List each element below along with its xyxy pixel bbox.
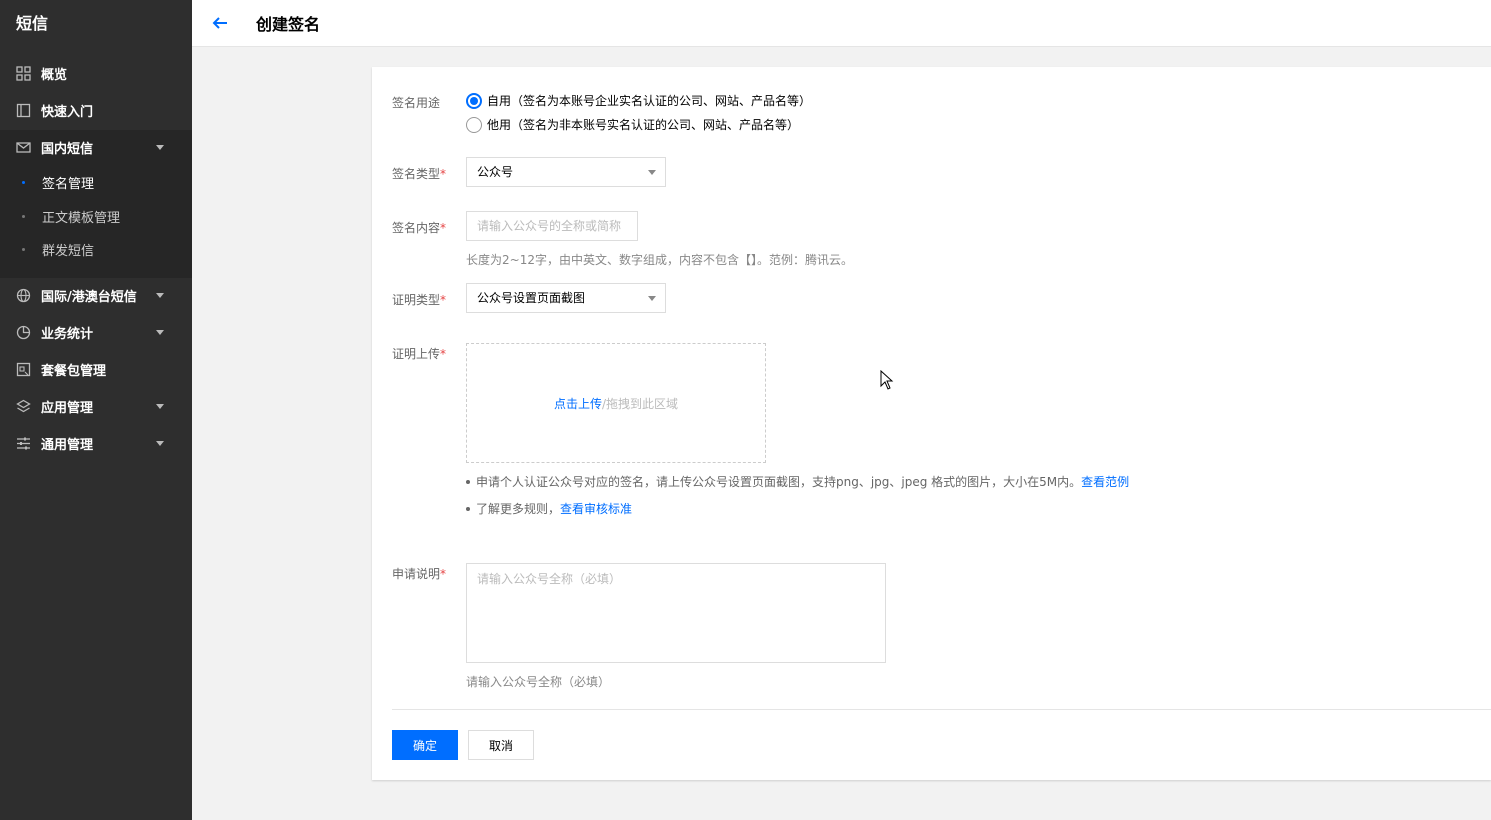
sign-content-label-text: 签名内容 — [392, 221, 441, 235]
required-mark: * — [440, 347, 447, 361]
cert-type-value: 公众号设置页面截图 — [477, 291, 586, 305]
required-mark: * — [440, 221, 447, 235]
sign-type-label: 签名类型* — [392, 165, 446, 182]
package-icon — [16, 362, 31, 377]
sidebar-subitem-label: 群发短信 — [42, 244, 95, 259]
layers-icon — [16, 399, 31, 414]
sidebar-subitem-signature[interactable]: 签名管理 — [0, 166, 192, 199]
upload-note-text: 了解更多规则， — [476, 502, 561, 516]
usage-option-label: 他用（签名为非本账号实名认证的公司、网站、产品名等） — [487, 118, 800, 132]
required-mark: * — [440, 167, 447, 181]
sidebar-subitem-label: 正文模板管理 — [42, 211, 121, 226]
sidebar-item-label: 国际/港澳台短信 — [41, 290, 137, 305]
sidebar: 短信 概览 快速入门 国内短信 签名管理 正文模板管理 群发短信 国际/港澳台短… — [0, 0, 192, 820]
sidebar-item-quickstart[interactable]: 快速入门 — [0, 92, 192, 129]
bullet-dot — [22, 181, 25, 184]
upload-hint: /拖拽到此区域 — [601, 396, 679, 411]
sign-type-label-text: 签名类型 — [392, 167, 441, 181]
sliders-icon — [16, 436, 31, 451]
mouse-cursor-icon — [880, 369, 894, 390]
bullet-dot — [466, 479, 470, 484]
pie-chart-icon — [16, 325, 31, 340]
upload-link[interactable]: 点击上传 — [554, 395, 602, 412]
application-note-label: 申请说明* — [392, 565, 446, 582]
application-note-help: 请输入公众号全称（必填） — [466, 675, 611, 689]
book-icon — [16, 103, 31, 118]
application-note-textarea[interactable] — [466, 563, 886, 663]
cancel-button[interactable]: 取消 — [468, 730, 534, 760]
sidebar-subitem-bulk-sms[interactable]: 群发短信 — [0, 233, 192, 266]
cert-type-label: 证明类型* — [392, 291, 446, 308]
sidebar-item-label: 快速入门 — [41, 105, 94, 120]
sidebar-item-domestic-sms[interactable]: 国内短信 — [0, 129, 192, 166]
usage-label: 签名用途 — [392, 96, 441, 110]
radio-checked[interactable] — [466, 92, 482, 109]
sidebar-item-label: 概览 — [41, 68, 68, 83]
page-header: 创建签名 — [192, 0, 1491, 47]
sidebar-item-general[interactable]: 通用管理 — [0, 425, 192, 462]
sidebar-subitem-template[interactable]: 正文模板管理 — [0, 200, 192, 233]
view-example-link[interactable]: 查看范例 — [1081, 473, 1129, 490]
sign-type-value: 公众号 — [477, 165, 514, 179]
bullet-dot — [22, 215, 25, 218]
chevron-down-icon — [156, 145, 164, 150]
view-review-standard-link[interactable]: 查看审核标准 — [560, 500, 632, 517]
cert-upload-label: 证明上传* — [392, 345, 446, 362]
grid-icon — [16, 66, 31, 81]
cert-type-select[interactable]: 公众号设置页面截图 — [466, 283, 666, 313]
divider — [392, 709, 1491, 710]
cert-upload-label-text: 证明上传 — [392, 347, 441, 361]
sidebar-item-apps[interactable]: 应用管理 — [0, 388, 192, 425]
chevron-down-icon — [156, 330, 164, 335]
sidebar-item-label: 国内短信 — [41, 142, 94, 157]
chevron-down-icon — [156, 404, 164, 409]
globe-icon — [16, 288, 31, 303]
sidebar-item-international-sms[interactable]: 国际/港澳台短信 — [0, 277, 192, 314]
radio-unchecked[interactable] — [466, 116, 482, 133]
sidebar-item-overview[interactable]: 概览 — [0, 55, 192, 92]
sidebar-title: 短信 — [16, 14, 49, 33]
chevron-down-icon — [156, 293, 164, 298]
sign-content-input[interactable] — [466, 211, 638, 241]
sidebar-item-label: 应用管理 — [41, 401, 94, 416]
upload-note-1: 申请个人认证公众号对应的签名，请上传公众号设置页面截图，支持png、jpg、jp… — [466, 473, 1129, 490]
mail-icon — [16, 140, 31, 155]
usage-option-other[interactable]: 他用（签名为非本账号实名认证的公司、网站、产品名等） — [466, 116, 799, 133]
page-title: 创建签名 — [256, 15, 321, 34]
back-arrow-icon[interactable] — [210, 13, 230, 33]
bullet-dot — [466, 506, 470, 511]
cert-type-label-text: 证明类型 — [392, 293, 441, 307]
confirm-button[interactable]: 确定 — [392, 730, 458, 760]
required-mark: * — [440, 293, 447, 307]
sidebar-item-label: 业务统计 — [41, 327, 94, 342]
dropdown-arrow-icon — [648, 170, 656, 175]
usage-option-self[interactable]: 自用（签名为本账号企业实名认证的公司、网站、产品名等） — [466, 92, 811, 109]
chevron-down-icon — [156, 441, 164, 446]
required-mark: * — [440, 567, 447, 581]
sidebar-subitem-label: 签名管理 — [42, 177, 95, 192]
sidebar-item-packages[interactable]: 套餐包管理 — [0, 351, 192, 388]
form-card: 签名用途 自用（签名为本账号企业实名认证的公司、网站、产品名等） 他用（签名为非… — [372, 67, 1491, 780]
sign-content-help: 长度为2~12字，由中英文、数字组成，内容不包含【】。范例：腾讯云。 — [466, 253, 853, 267]
usage-option-label: 自用（签名为本账号企业实名认证的公司、网站、产品名等） — [487, 94, 812, 108]
upload-dropzone[interactable]: 点击上传/拖拽到此区域 — [466, 343, 766, 463]
bullet-dot — [22, 248, 25, 251]
sidebar-item-label: 套餐包管理 — [41, 364, 107, 379]
sign-content-label: 签名内容* — [392, 219, 446, 236]
upload-note-text: 申请个人认证公众号对应的签名，请上传公众号设置页面截图，支持png、jpg、jp… — [476, 475, 1082, 489]
sidebar-item-statistics[interactable]: 业务统计 — [0, 314, 192, 351]
sidebar-item-label: 通用管理 — [41, 438, 94, 453]
upload-note-2: 了解更多规则， 查看审核标准 — [466, 500, 632, 517]
dropdown-arrow-icon — [648, 296, 656, 301]
sign-type-select[interactable]: 公众号 — [466, 157, 666, 187]
application-note-label-text: 申请说明 — [392, 567, 441, 581]
